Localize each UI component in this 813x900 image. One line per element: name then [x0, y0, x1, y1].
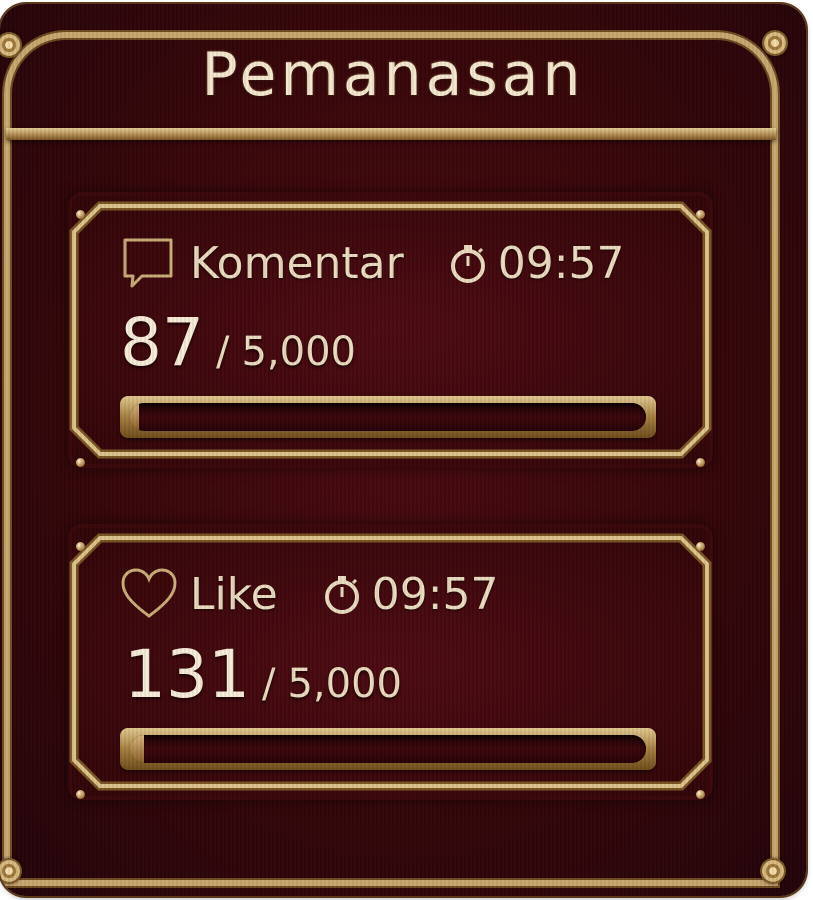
current-count: 87 [120, 304, 204, 381]
progress-track [130, 403, 646, 431]
countdown-timer: 09:57 [497, 237, 625, 289]
title-divider [6, 128, 776, 140]
card-label: Like [190, 568, 278, 620]
rivet [76, 458, 85, 467]
rivet [696, 210, 705, 219]
heart-icon [120, 568, 178, 620]
card-label: Komentar [190, 237, 404, 289]
progress-bar [120, 396, 656, 438]
rivet [696, 790, 705, 799]
rivet [76, 542, 85, 551]
stopwatch-icon [322, 574, 362, 614]
card-header: Komentar 09:57 [120, 236, 625, 290]
count-separator: / [215, 329, 230, 375]
comment-goal-card: Komentar 09:57 87 / 5,000 [68, 192, 713, 468]
rivet [76, 790, 85, 799]
rivet [76, 210, 85, 219]
warmup-panel: Pemanasan Komentar 09:57 87 / 5,000 Like… [0, 4, 806, 896]
progress-bar [120, 728, 656, 770]
rivet [696, 542, 705, 551]
target-count: 5,000 [241, 329, 356, 375]
panel-title: Pemanasan [201, 40, 585, 110]
target-count: 5,000 [287, 661, 402, 707]
card-header: Like 09:57 [120, 568, 499, 620]
count-separator: / [261, 661, 276, 707]
current-count: 131 [124, 636, 250, 713]
progress-track [130, 735, 646, 763]
rivet [696, 458, 705, 467]
countdown-timer: 09:57 [371, 568, 499, 620]
progress-fill [130, 403, 139, 431]
like-goal-card: Like 09:57 131 / 5,000 [68, 524, 713, 800]
progress-fill [130, 735, 144, 763]
progress-count: 131 / 5,000 [124, 636, 402, 713]
stopwatch-icon [448, 243, 488, 283]
progress-count: 87 / 5,000 [120, 304, 356, 381]
rosette-ornament [760, 858, 786, 884]
chat-bubble-icon [120, 236, 176, 290]
